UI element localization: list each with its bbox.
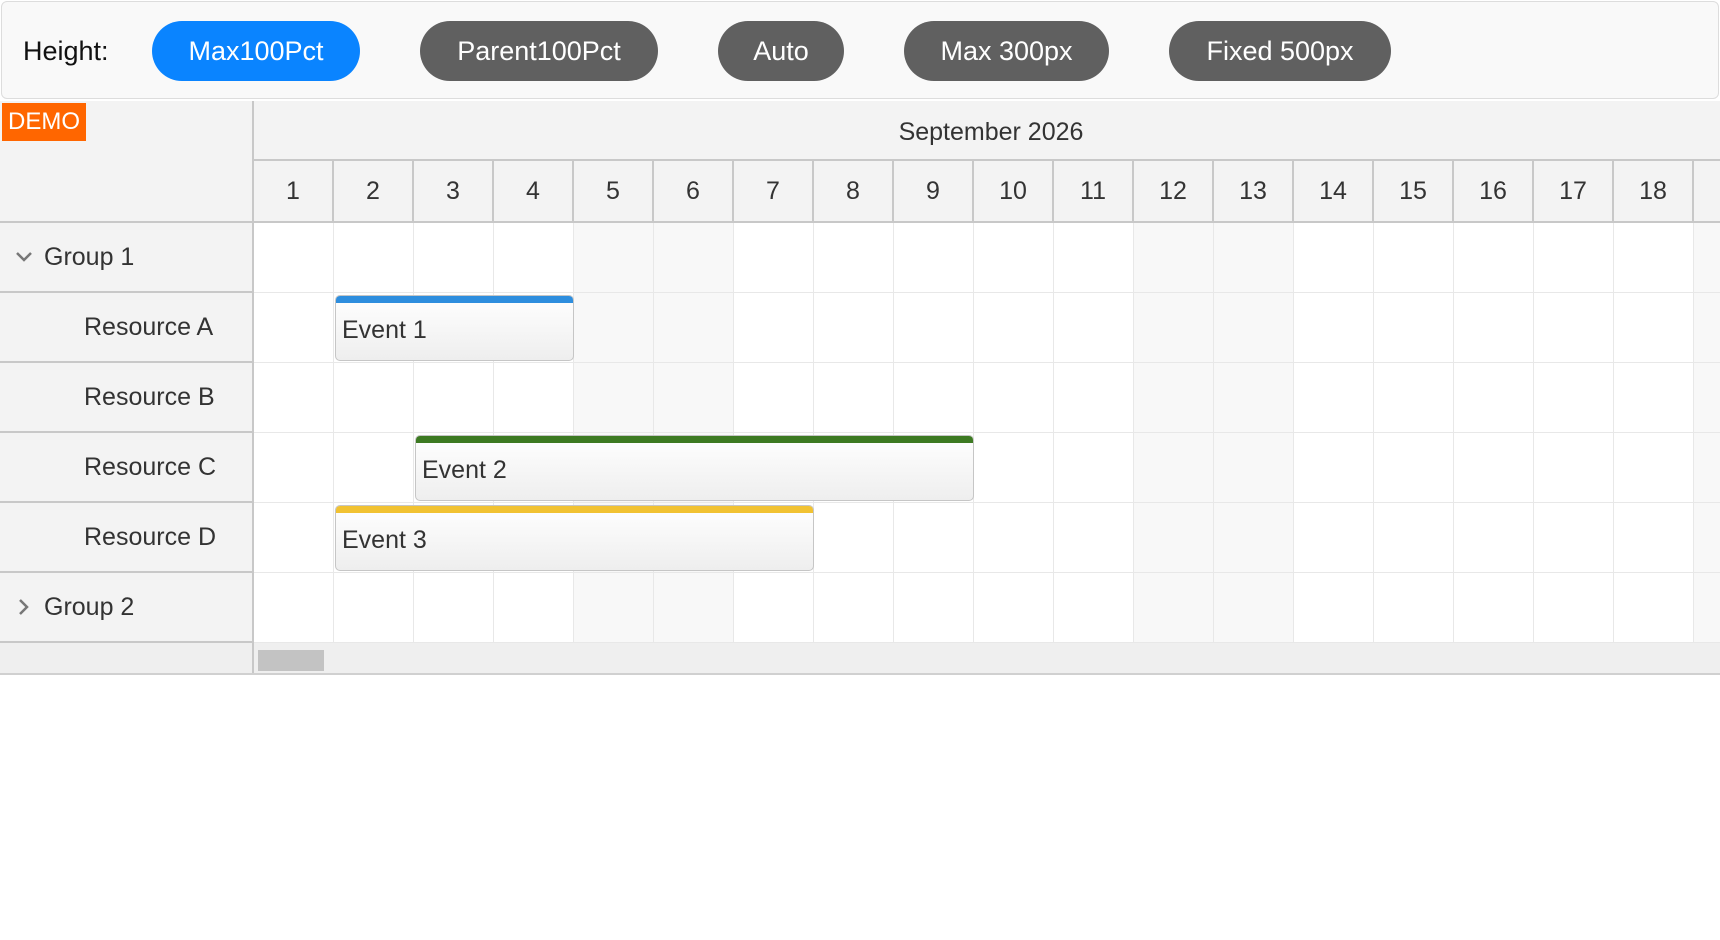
grid-column [1054,223,1134,643]
timeline-header: September 2026 1 2 3 4 5 6 7 8 9 10 11 12 13 14 15 16 17… [254,101,1720,223]
grid-column [254,223,334,643]
grid-column [1694,223,1720,643]
timeline-grid[interactable]: Event 1 Event 2 Event 3 [254,223,1720,643]
month-header: September 2026 [254,101,1720,161]
resource-name: Resource B [84,383,215,411]
grid-column [734,223,814,643]
grid-column [334,223,414,643]
row-header-filler [0,643,252,673]
event-text: Event 1 [342,316,427,344]
grid-row-line [254,362,1720,363]
day-header-5: 5 [574,161,654,221]
resource-name: Resource A [84,313,214,341]
scheduler: DEMO Group 1 Resource A Resource B Resou… [0,101,1720,675]
event-text: Event 3 [342,526,427,554]
grid-column [1134,223,1214,643]
event-1[interactable]: Event 1 [335,295,574,361]
day-header-1: 1 [254,161,334,221]
day-header-7: 7 [734,161,814,221]
grid-column [1454,223,1534,643]
scheduler-corner: DEMO [0,101,252,223]
day-header-14: 14 [1294,161,1374,221]
chevron-right-icon[interactable] [14,597,34,617]
grid-column [574,223,654,643]
grid-column [894,223,974,643]
group-row-2[interactable]: Group 2 [0,573,252,643]
event-color-bar [336,296,573,303]
grid-column [1294,223,1374,643]
event-3[interactable]: Event 3 [335,505,814,571]
day-header-13: 13 [1214,161,1294,221]
day-header-17: 17 [1534,161,1614,221]
demo-badge: DEMO [2,103,86,141]
day-header-4: 4 [494,161,574,221]
resource-row-a[interactable]: Resource A [0,293,252,363]
group-name: Group 1 [44,243,135,271]
resource-row-d[interactable]: Resource D [0,503,252,573]
day-header-11: 11 [1054,161,1134,221]
day-header-8: 8 [814,161,894,221]
resource-name: Resource C [84,453,216,481]
day-header-10: 10 [974,161,1054,221]
resource-name: Resource D [84,523,216,551]
grid-column [814,223,894,643]
fixed-500px-button[interactable]: Fixed 500px [1169,21,1391,81]
resource-header-column: DEMO Group 1 Resource A Resource B Resou… [0,101,254,673]
day-header-12: 12 [1134,161,1214,221]
grid-column [1614,223,1694,643]
auto-button[interactable]: Auto [718,21,844,81]
grid-row-line [254,292,1720,293]
event-color-bar [416,436,973,443]
grid-column [974,223,1054,643]
height-label: Height: [23,36,109,66]
day-header-16: 16 [1454,161,1534,221]
grid-column [1374,223,1454,643]
max100pct-button[interactable]: Max100Pct [152,21,360,81]
event-2[interactable]: Event 2 [415,435,974,501]
horizontal-scrollbar[interactable] [254,643,1720,673]
resource-row-c[interactable]: Resource C [0,433,252,503]
chevron-down-icon[interactable] [14,247,34,267]
event-text: Event 2 [422,456,507,484]
grid-column [414,223,494,643]
grid-column [494,223,574,643]
grid-column [1534,223,1614,643]
scrollbar-thumb[interactable] [258,650,324,671]
resource-row-b[interactable]: Resource B [0,363,252,433]
day-header-15: 15 [1374,161,1454,221]
day-header-2: 2 [334,161,414,221]
grid-row-line [254,502,1720,503]
day-header-3: 3 [414,161,494,221]
day-header-18: 18 [1614,161,1694,221]
grid-row-line [254,572,1720,573]
day-header-9: 9 [894,161,974,221]
group-name: Group 2 [44,593,135,621]
grid-row-line [254,432,1720,433]
event-color-bar [336,506,813,513]
max-300px-button[interactable]: Max 300px [904,21,1109,81]
day-header-6: 6 [654,161,734,221]
grid-column [1214,223,1294,643]
month-label: September 2026 [898,118,1084,146]
group-row-1[interactable]: Group 1 [0,223,252,293]
grid-column [654,223,734,643]
day-header-19: 19 [1694,161,1720,221]
parent100pct-button[interactable]: Parent100Pct [420,21,658,81]
height-toolbar: Height: Max100Pct Parent100Pct Auto Max … [1,1,1719,99]
